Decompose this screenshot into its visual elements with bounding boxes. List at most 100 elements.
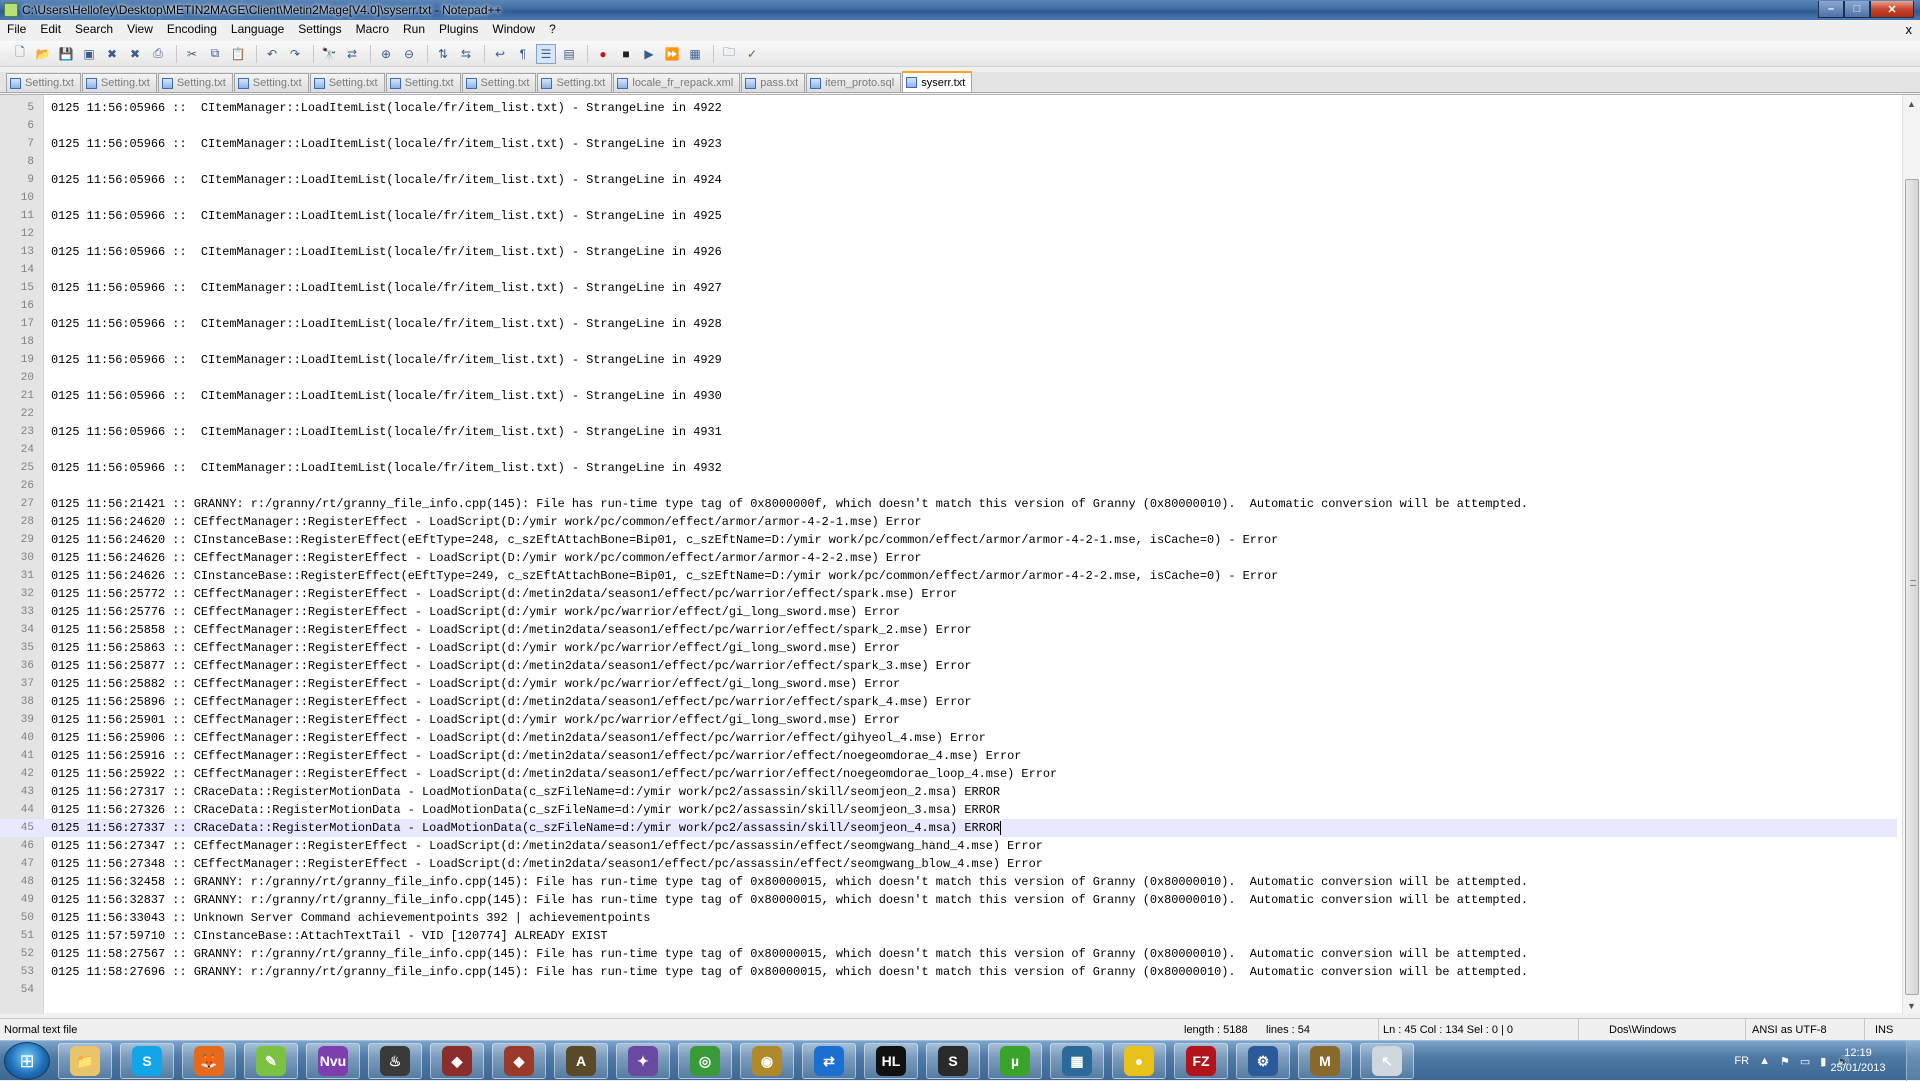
menu-help[interactable]: ? bbox=[542, 20, 563, 39]
paste-icon[interactable]: 📋 bbox=[228, 44, 248, 64]
editor-line[interactable]: 27 0125 11:56:21421 :: GRANNY: r:/granny/… bbox=[0, 495, 1897, 513]
taskbar-hl-button[interactable]: HL bbox=[864, 1043, 918, 1079]
sync-horizontal-icon[interactable]: ⇆ bbox=[456, 44, 476, 64]
save-all-icon[interactable]: ▣ bbox=[79, 44, 99, 64]
play-macro-icon[interactable]: ▶ bbox=[639, 44, 659, 64]
editor-line[interactable]: 41 0125 11:56:25916 :: CEffectManager::Re… bbox=[0, 747, 1897, 765]
vertical-scrollbar[interactable]: ▲ ▼ bbox=[1902, 95, 1920, 1014]
scroll-up-icon[interactable]: ▲ bbox=[1903, 95, 1920, 112]
line-text[interactable]: 0125 11:56:05966 :: CItemManager::LoadIt… bbox=[51, 351, 722, 369]
editor-line[interactable]: 18 bbox=[0, 333, 1897, 351]
tab-setting-txt[interactable]: Setting.txt bbox=[233, 73, 309, 92]
taskbar-filezilla-button[interactable]: FZ bbox=[1174, 1043, 1228, 1079]
line-text[interactable]: 0125 11:56:05966 :: CItemManager::LoadIt… bbox=[51, 135, 722, 153]
editor-line[interactable]: 30 0125 11:56:24626 :: CEffectManager::Re… bbox=[0, 549, 1897, 567]
menu-encoding[interactable]: Encoding bbox=[160, 20, 224, 39]
editor-line[interactable]: 35 0125 11:56:25863 :: CEffectManager::Re… bbox=[0, 639, 1897, 657]
scroll-down-icon[interactable]: ▼ bbox=[1903, 997, 1920, 1014]
editor-line[interactable]: 15 0125 11:56:05966 :: CItemManager::Load… bbox=[0, 279, 1897, 297]
stop-macro-icon[interactable]: ■ bbox=[616, 44, 636, 64]
taskbar-game1-button[interactable]: ◆ bbox=[430, 1043, 484, 1079]
line-text[interactable]: 0125 11:56:05966 :: CItemManager::LoadIt… bbox=[51, 279, 722, 297]
close-document-button[interactable]: x bbox=[1906, 20, 1913, 39]
editor-line[interactable]: 26 bbox=[0, 477, 1897, 495]
tab-setting-txt[interactable]: Setting.txt bbox=[537, 73, 613, 92]
editor-line[interactable]: 47 0125 11:56:27348 :: CEffectManager::Re… bbox=[0, 855, 1897, 873]
line-text[interactable]: 0125 11:56:33043 :: Unknown Server Comma… bbox=[51, 909, 650, 927]
editor-line[interactable]: 9 0125 11:56:05966 :: CItemManager::LoadI… bbox=[0, 171, 1897, 189]
editor-line[interactable]: 16 bbox=[0, 297, 1897, 315]
tray-monitor-icon[interactable]: ▭ bbox=[1800, 1055, 1810, 1068]
line-text[interactable]: 0125 11:56:27347 :: CEffectManager::Regi… bbox=[51, 837, 1043, 855]
save-macro-icon[interactable]: ▦ bbox=[685, 44, 705, 64]
tab-setting-txt[interactable]: Setting.txt bbox=[81, 73, 157, 92]
taskbar-game2-button[interactable]: ◆ bbox=[492, 1043, 546, 1079]
line-text[interactable]: 0125 11:56:25863 :: CEffectManager::Regi… bbox=[51, 639, 900, 657]
line-text[interactable]: 0125 11:56:24626 :: CEffectManager::Regi… bbox=[51, 549, 922, 567]
editor-line[interactable]: 10 bbox=[0, 189, 1897, 207]
line-text[interactable]: 0125 11:56:27317 :: CRaceData::RegisterM… bbox=[51, 783, 1000, 801]
editor-line[interactable]: 5 0125 11:56:05966 :: CItemManager::LoadI… bbox=[0, 99, 1897, 117]
editor-line[interactable]: 11 0125 11:56:05966 :: CItemManager::Load… bbox=[0, 207, 1897, 225]
editor-line[interactable]: 17 0125 11:56:05966 :: CItemManager::Load… bbox=[0, 315, 1897, 333]
line-text[interactable]: 0125 11:56:25877 :: CEffectManager::Regi… bbox=[51, 657, 972, 675]
line-text[interactable]: 0125 11:56:05966 :: CItemManager::LoadIt… bbox=[51, 207, 722, 225]
line-text[interactable]: 0125 11:58:27567 :: GRANNY: r:/granny/rt… bbox=[51, 945, 1528, 963]
editor-line[interactable]: 51 0125 11:57:59710 :: CInstanceBase::Att… bbox=[0, 927, 1897, 945]
line-text[interactable]: 0125 11:56:25901 :: CEffectManager::Regi… bbox=[51, 711, 900, 729]
copy-icon[interactable]: ⧉ bbox=[205, 44, 225, 64]
undo-icon[interactable]: ↶ bbox=[262, 44, 282, 64]
replace-icon[interactable]: ⇄ bbox=[342, 44, 362, 64]
save-icon[interactable]: 💾 bbox=[56, 44, 76, 64]
editor-line[interactable]: 42 0125 11:56:25922 :: CEffectManager::Re… bbox=[0, 765, 1897, 783]
editor-line[interactable]: 45 0125 11:56:27337 :: CRaceData::Registe… bbox=[0, 819, 1897, 837]
cut-icon[interactable]: ✂ bbox=[182, 44, 202, 64]
taskbar-app-net-button[interactable]: ▦ bbox=[1050, 1043, 1104, 1079]
show-all-chars-icon[interactable]: ¶ bbox=[513, 44, 533, 64]
editor-line[interactable]: 12 bbox=[0, 225, 1897, 243]
editor-line[interactable]: 37 0125 11:56:25882 :: CEffectManager::Re… bbox=[0, 675, 1897, 693]
editor-line[interactable]: 7 0125 11:56:05966 :: CItemManager::LoadI… bbox=[0, 135, 1897, 153]
tab-item-proto-sql[interactable]: item_proto.sql bbox=[806, 73, 902, 92]
line-text[interactable]: 0125 11:57:59710 :: CInstanceBase::Attac… bbox=[51, 927, 608, 945]
menu-window[interactable]: Window bbox=[485, 20, 542, 39]
line-text[interactable]: 0125 11:56:25772 :: CEffectManager::Regi… bbox=[51, 585, 957, 603]
editor-line[interactable]: 6 bbox=[0, 117, 1897, 135]
minimize-button[interactable]: – bbox=[1818, 1, 1844, 18]
line-text[interactable]: 0125 11:56:25776 :: CEffectManager::Regi… bbox=[51, 603, 900, 621]
menu-language[interactable]: Language bbox=[224, 20, 291, 39]
editor-line[interactable]: 54 bbox=[0, 981, 1897, 999]
line-text[interactable]: 0125 11:56:24620 :: CEffectManager::Regi… bbox=[51, 513, 922, 531]
indent-guide-icon[interactable]: ☰ bbox=[536, 43, 556, 64]
taskbar-notepadpp-button[interactable]: ✎ bbox=[244, 1043, 298, 1079]
taskbar-explorer-button[interactable]: 📁 bbox=[58, 1043, 112, 1079]
word-wrap-icon[interactable]: ↩ bbox=[490, 44, 510, 64]
run-macro-multiple-icon[interactable]: ⏩ bbox=[662, 44, 682, 64]
tab-setting-txt[interactable]: Setting.txt bbox=[385, 73, 461, 92]
taskbar-app-cursor-button[interactable]: ↖ bbox=[1360, 1043, 1414, 1079]
record-macro-icon[interactable]: ● bbox=[593, 44, 613, 64]
tab-setting-txt[interactable]: Setting.txt bbox=[157, 73, 233, 92]
menu-run[interactable]: Run bbox=[396, 20, 432, 39]
editor-line[interactable]: 8 bbox=[0, 153, 1897, 171]
editor-line[interactable]: 48 0125 11:56:32458 :: GRANNY: r:/granny/… bbox=[0, 873, 1897, 891]
editor-line[interactable]: 21 0125 11:56:05966 :: CItemManager::Load… bbox=[0, 387, 1897, 405]
menu-macro[interactable]: Macro bbox=[349, 20, 396, 39]
menu-file[interactable]: File bbox=[0, 20, 33, 39]
editor-line[interactable]: 20 bbox=[0, 369, 1897, 387]
open-file-icon[interactable]: 📂 bbox=[33, 44, 53, 64]
scrollbar-thumb[interactable] bbox=[1905, 179, 1919, 995]
line-text[interactable]: 0125 11:56:27337 :: CRaceData::RegisterM… bbox=[51, 819, 1002, 837]
taskbar-app-lemon-button[interactable]: ● bbox=[1112, 1043, 1166, 1079]
line-text[interactable]: 0125 11:58:27696 :: GRANNY: r:/granny/rt… bbox=[51, 963, 1528, 981]
line-text[interactable]: 0125 11:56:32458 :: GRANNY: r:/granny/rt… bbox=[51, 873, 1528, 891]
new-file-icon[interactable]: 🗋 bbox=[10, 44, 30, 64]
line-text[interactable]: 0125 11:56:05966 :: CItemManager::LoadIt… bbox=[51, 459, 722, 477]
taskbar-app-s-button[interactable]: S bbox=[926, 1043, 980, 1079]
editor-line[interactable]: 39 0125 11:56:25901 :: CEffectManager::Re… bbox=[0, 711, 1897, 729]
line-text[interactable]: 0125 11:56:05966 :: CItemManager::LoadIt… bbox=[51, 387, 722, 405]
menu-view[interactable]: View bbox=[120, 20, 160, 39]
taskbar-utorrent-button[interactable]: µ bbox=[988, 1043, 1042, 1079]
text-editor[interactable]: 5 0125 11:56:05966 :: CItemManager::LoadI… bbox=[0, 94, 1920, 1014]
taskbar-teamviewer-button[interactable]: ⇄ bbox=[802, 1043, 856, 1079]
